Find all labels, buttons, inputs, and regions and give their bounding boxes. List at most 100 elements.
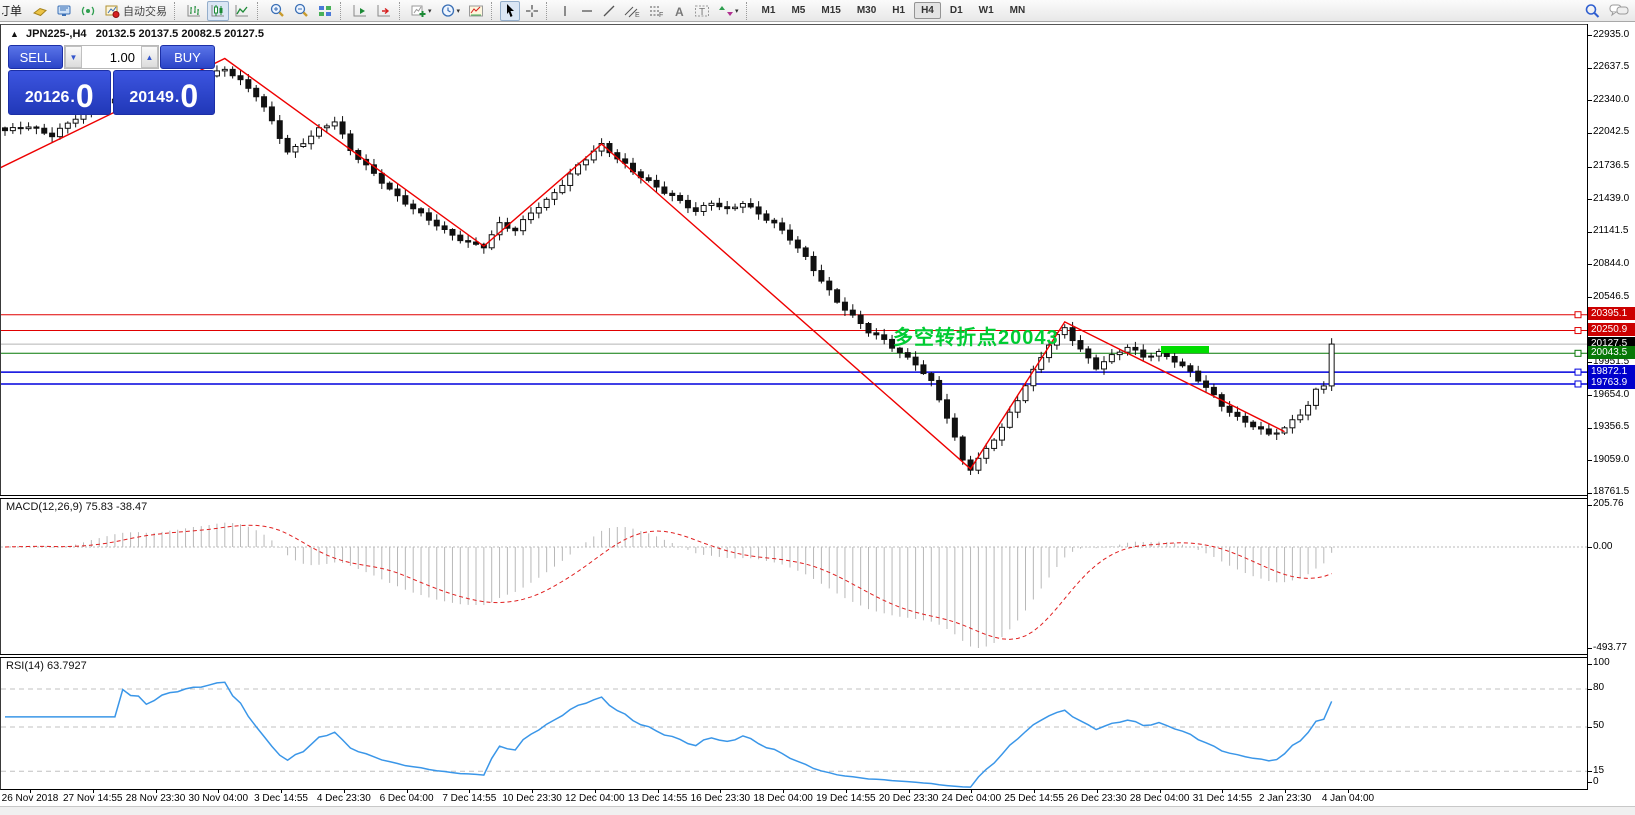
arrows-icon[interactable]: ▾ bbox=[715, 1, 742, 21]
rsi-pane[interactable] bbox=[0, 658, 1587, 790]
buy-button[interactable]: BUY bbox=[160, 45, 215, 69]
tile-windows-icon[interactable] bbox=[314, 1, 336, 21]
lot-size-input[interactable] bbox=[82, 46, 141, 68]
sell-price-display[interactable]: 20126.0 bbox=[8, 70, 111, 115]
time-axis-label: 25 Dec 14:55 bbox=[1004, 793, 1064, 804]
terminal-icon[interactable] bbox=[53, 1, 75, 21]
sell-button[interactable]: SELL bbox=[8, 45, 63, 69]
collapse-arrow-icon[interactable]: ▲ bbox=[10, 29, 19, 39]
macd-chart bbox=[1, 499, 1588, 654]
bar-chart-icon[interactable] bbox=[183, 1, 205, 21]
text-icon[interactable]: A bbox=[669, 1, 689, 21]
timeframe-button-m30[interactable]: M30 bbox=[850, 2, 883, 19]
signals-icon[interactable] bbox=[77, 1, 99, 21]
time-axis-label: 31 Dec 14:55 bbox=[1193, 793, 1253, 804]
trendline-icon[interactable] bbox=[599, 1, 619, 21]
axis-tick-mark bbox=[1588, 199, 1592, 200]
price-axis-label: 20844.0 bbox=[1593, 258, 1629, 269]
timeframe-button-h4[interactable]: H4 bbox=[914, 2, 941, 19]
timeframe-button-m5[interactable]: M5 bbox=[784, 2, 812, 19]
hline-price-label: 20043.5 bbox=[1588, 346, 1635, 359]
timeframe-button-w1[interactable]: W1 bbox=[972, 2, 1001, 19]
svg-text:E: E bbox=[635, 12, 640, 18]
cursor-icon[interactable] bbox=[500, 1, 520, 21]
line-chart-icon[interactable] bbox=[231, 1, 253, 21]
macd-axis-label: 205.76 bbox=[1593, 498, 1624, 509]
macd-pane[interactable] bbox=[0, 499, 1587, 654]
time-axis-label: 4 Jan 04:00 bbox=[1322, 793, 1374, 804]
price-axis-label: 21736.5 bbox=[1593, 160, 1629, 171]
fibonacci-icon[interactable]: F bbox=[645, 1, 667, 21]
axis-tick-mark bbox=[1588, 362, 1592, 363]
time-axis-label: 28 Nov 23:30 bbox=[126, 793, 186, 804]
time-axis-label: 20 Dec 23:30 bbox=[879, 793, 939, 804]
axis-tick-mark bbox=[1588, 68, 1592, 69]
price-axis-label: 18761.5 bbox=[1593, 486, 1629, 497]
order-book-icon[interactable] bbox=[29, 1, 51, 21]
macd-axis-label: 0.00 bbox=[1593, 541, 1612, 552]
axis-tick-mark bbox=[1588, 648, 1592, 649]
candle-chart-icon[interactable] bbox=[207, 1, 229, 21]
pivot-annotation-text: 多空转折点20043 bbox=[893, 321, 1059, 350]
rsi-axis-label: 15 bbox=[1593, 765, 1604, 776]
price-axis-label: 22935.0 bbox=[1593, 29, 1629, 40]
search-icon[interactable] bbox=[1581, 1, 1604, 21]
lot-increase-button[interactable]: ▲ bbox=[141, 46, 158, 68]
price-axis[interactable]: 22935.022637.522340.022042.521736.521439… bbox=[1587, 24, 1635, 806]
zoom-out-icon[interactable] bbox=[290, 1, 312, 21]
autoscroll-icon[interactable] bbox=[349, 1, 371, 21]
time-axis-label: 26 Dec 23:30 bbox=[1067, 793, 1127, 804]
timeframe-button-mn[interactable]: MN bbox=[1003, 2, 1033, 19]
macd-axis-label: -493.77 bbox=[1593, 642, 1627, 653]
time-axis-label: 26 Nov 2018 bbox=[2, 793, 59, 804]
candlestick-chart bbox=[1, 25, 1588, 496]
lot-decrease-button[interactable]: ▼ bbox=[65, 46, 82, 68]
one-click-trading-panel: SELL ▼ ▲ BUY 20126.0 20149.0 bbox=[8, 45, 215, 115]
chart-window: ▲ JPN225-,H4 20132.5 20137.5 20082.5 201… bbox=[0, 22, 1635, 815]
indicators-icon[interactable]: ▾ bbox=[408, 1, 435, 21]
time-axis-label: 12 Dec 04:00 bbox=[565, 793, 625, 804]
zoom-in-icon[interactable] bbox=[266, 1, 288, 21]
crosshair-icon[interactable] bbox=[522, 1, 542, 21]
toolbar-separator bbox=[546, 2, 551, 20]
label-icon[interactable]: T bbox=[691, 1, 713, 21]
toolbar-separator bbox=[340, 2, 345, 20]
horizontal-line-icon[interactable] bbox=[577, 1, 597, 21]
channel-icon[interactable]: E bbox=[621, 1, 643, 21]
price-axis-label: 21439.0 bbox=[1593, 193, 1629, 204]
axis-tick-mark bbox=[1588, 100, 1592, 101]
price-axis-label: 19356.5 bbox=[1593, 421, 1629, 432]
rsi-indicator-label: RSI(14) 63.7927 bbox=[6, 660, 87, 672]
orders-button[interactable]: 订单 bbox=[2, 2, 28, 19]
time-axis-label: 6 Dec 04:00 bbox=[380, 793, 434, 804]
rsi-axis-label: 50 bbox=[1593, 720, 1604, 731]
timeframe-button-m15[interactable]: M15 bbox=[814, 2, 847, 19]
buy-price-display[interactable]: 20149.0 bbox=[113, 70, 216, 115]
timeframe-button-m1[interactable]: M1 bbox=[755, 2, 783, 19]
time-axis-label: 18 Dec 04:00 bbox=[753, 793, 813, 804]
hline-price-label: 19763.9 bbox=[1588, 376, 1635, 389]
timeframe-button-h1[interactable]: H1 bbox=[885, 2, 912, 19]
templates-icon[interactable] bbox=[465, 1, 487, 21]
price-axis-label: 22340.0 bbox=[1593, 94, 1629, 105]
axis-tick-mark bbox=[1588, 460, 1592, 461]
vertical-line-icon[interactable] bbox=[555, 1, 575, 21]
axis-tick-mark bbox=[1588, 264, 1592, 265]
chat-icon[interactable] bbox=[1606, 1, 1632, 21]
autotrade-button[interactable]: 自动交易 bbox=[101, 1, 170, 21]
time-axis-label: 3 Dec 14:55 bbox=[254, 793, 308, 804]
time-axis-label: 19 Dec 14:55 bbox=[816, 793, 876, 804]
rsi-axis-label: 100 bbox=[1593, 657, 1610, 668]
price-chart-pane[interactable] bbox=[0, 24, 1587, 495]
axis-tick-mark bbox=[1588, 297, 1592, 298]
time-axis-label: 27 Nov 14:55 bbox=[63, 793, 123, 804]
price-axis-label: 21141.5 bbox=[1593, 225, 1628, 236]
svg-text:A: A bbox=[675, 5, 684, 18]
periods-icon[interactable]: ▾ bbox=[437, 1, 464, 21]
time-axis[interactable]: 26 Nov 201827 Nov 14:5528 Nov 23:3030 No… bbox=[0, 790, 1635, 806]
time-axis-label: 16 Dec 23:30 bbox=[691, 793, 751, 804]
axis-tick-mark bbox=[1588, 428, 1592, 429]
chart-shift-icon[interactable] bbox=[373, 1, 395, 21]
timeframe-button-d1[interactable]: D1 bbox=[943, 2, 970, 19]
macd-indicator-label: MACD(12,26,9) 75.83 -38.47 bbox=[6, 501, 147, 513]
